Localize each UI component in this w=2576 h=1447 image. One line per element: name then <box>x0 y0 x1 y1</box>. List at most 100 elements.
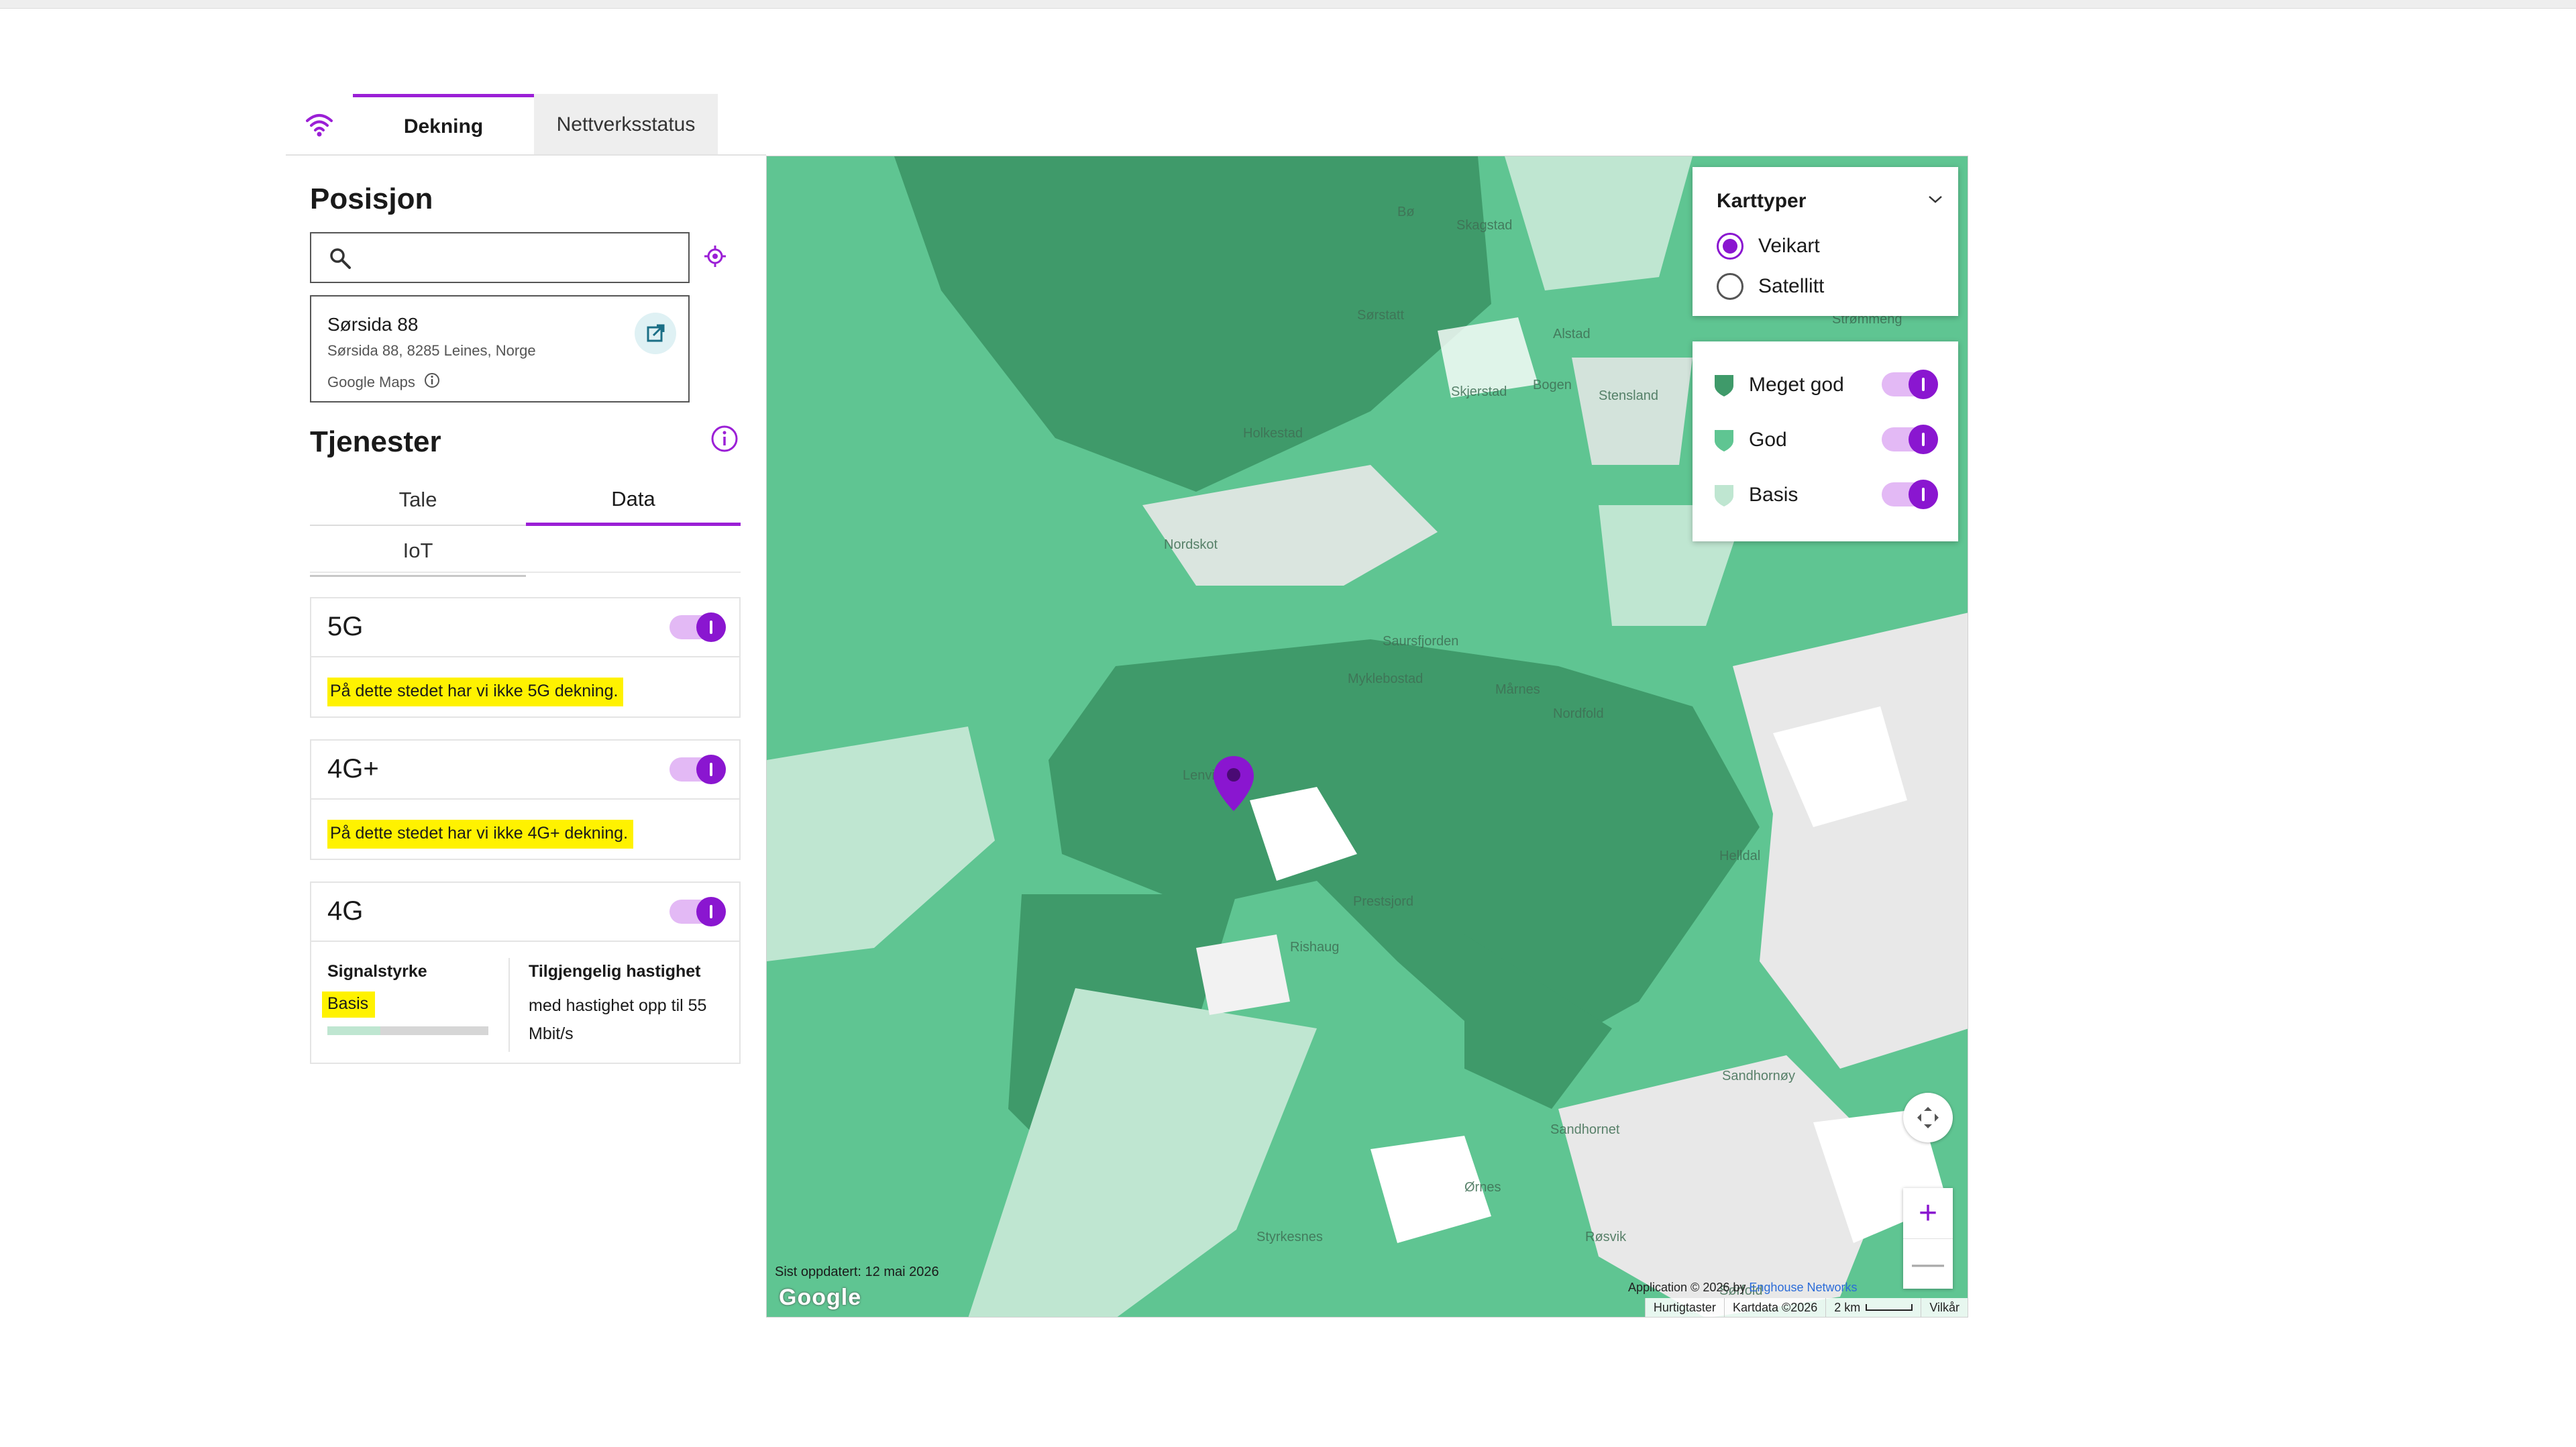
attribution: Application © 2026 by Enghouse Networks <box>1628 1281 1858 1295</box>
open-external-icon[interactable] <box>635 313 676 354</box>
shield-icon <box>1715 430 1733 451</box>
legend-label: Basis <box>1749 484 1799 506</box>
network-card-4gplus: 4G+ På dette stedet har vi ikke 4G+ dekn… <box>310 739 741 860</box>
main-tabs: Dekning Nettverksstatus <box>286 94 718 156</box>
search-result-card[interactable]: Sørsida 88 Sørsida 88, 8285 Leines, Norg… <box>310 295 690 403</box>
services-heading: Tjenester <box>310 425 441 458</box>
map-place-label: Mårnes <box>1495 682 1540 697</box>
map-place-label: Helldal <box>1719 849 1761 863</box>
legend-label: God <box>1749 429 1787 451</box>
location-pin-icon[interactable] <box>1212 755 1255 816</box>
legend-toggle-meget-god[interactable] <box>1882 370 1938 399</box>
shield-icon <box>1715 485 1733 506</box>
legend-item-god: God <box>1713 427 1787 453</box>
tab-data[interactable]: Data <box>526 475 741 526</box>
map-place-label: Bogen <box>1533 378 1572 392</box>
map-type-panel: Karttyper Veikart Satellitt <box>1693 167 1958 316</box>
coverage-legend: Meget god God Basis <box>1693 341 1958 541</box>
signal-label: Signalstyrke <box>327 962 427 981</box>
tab-dekning[interactable]: Dekning <box>353 94 534 156</box>
map-place-label: Saursfjorden <box>1383 634 1459 649</box>
map-type-title: Karttyper <box>1717 190 1807 212</box>
legend-item-meget-god: Meget god <box>1713 372 1844 398</box>
network-toggle-4g[interactable] <box>669 897 726 926</box>
chevron-down-icon[interactable] <box>1927 194 1943 208</box>
map-place-label: Sørstatt <box>1357 308 1405 323</box>
coverage-map[interactable]: Bø Skagstad Sørstatt Alstad Bogen Stensl… <box>766 156 1968 1318</box>
services-info-icon[interactable] <box>710 424 739 457</box>
speed-label: Tilgjengelig hastighet <box>529 962 701 981</box>
tab-nettverksstatus[interactable]: Nettverksstatus <box>534 94 718 156</box>
google-logo[interactable]: Google <box>779 1285 861 1311</box>
map-place-label: Sandhornet <box>1550 1122 1620 1137</box>
result-source-label: Google Maps <box>327 374 415 390</box>
card-divider <box>508 958 510 1052</box>
network-card-5g: 5G På dette stedet har vi ikke 5G deknin… <box>310 597 741 718</box>
map-coverage-layer <box>767 156 1968 1317</box>
position-heading: Posisjon <box>310 182 433 215</box>
map-place-label: Bø <box>1397 205 1415 219</box>
map-data-text: Kartdata ©2026 <box>1723 1298 1825 1317</box>
speed-value: med hastighet opp til 55 Mbit/s <box>529 996 707 1043</box>
map-place-label: Holkestad <box>1243 426 1303 441</box>
network-toggle-4gplus[interactable] <box>669 755 726 784</box>
scale-indicator[interactable]: 2 km <box>1825 1298 1921 1317</box>
network-toggle-5g[interactable] <box>669 612 726 642</box>
map-place-label: Nordfold <box>1553 706 1604 721</box>
map-place-label: Prestsjord <box>1353 894 1414 909</box>
map-place-label: Sandhornøy <box>1722 1069 1795 1083</box>
shield-icon <box>1715 375 1733 396</box>
legend-toggle-basis[interactable] <box>1882 480 1938 509</box>
zoom-controls: + — <box>1903 1188 1953 1289</box>
map-place-label: Rishaug <box>1290 940 1340 955</box>
map-place-label: Nordskot <box>1164 537 1218 552</box>
network-name: 5G <box>327 612 364 641</box>
search-icon <box>329 247 352 273</box>
terms-link[interactable]: Vilkår <box>1921 1298 1968 1317</box>
radio-unselected-icon <box>1717 273 1743 300</box>
map-place-label: Skagstad <box>1456 218 1513 233</box>
radio-selected-icon <box>1717 233 1743 260</box>
zoom-in-button[interactable]: + <box>1903 1188 1953 1238</box>
fullscreen-button[interactable] <box>1903 1093 1953 1142</box>
map-place-label: Skjerstad <box>1451 384 1507 399</box>
map-place-label: Styrkesnes <box>1256 1230 1323 1244</box>
map-place-label: Alstad <box>1553 327 1591 341</box>
tab-iot[interactable]: IoT <box>310 526 526 577</box>
map-place-label: Ørnes <box>1464 1180 1501 1195</box>
signal-strength-bar <box>327 1026 488 1035</box>
attribution-link[interactable]: Enghouse Networks <box>1749 1281 1857 1294</box>
wifi-icon <box>286 94 353 156</box>
zoom-out-button[interactable]: — <box>1903 1238 1953 1289</box>
map-place-label: Stensland <box>1599 388 1658 403</box>
last-updated: Sist oppdatert: 12 mai 2026 <box>775 1265 939 1279</box>
map-type-veikart[interactable]: Veikart <box>1717 233 1820 260</box>
locate-icon[interactable] <box>703 244 727 272</box>
fullscreen-icon <box>1917 1107 1939 1128</box>
result-source: Google Maps <box>327 372 441 393</box>
network-name: 4G+ <box>327 754 379 784</box>
legend-label: Meget god <box>1749 374 1844 396</box>
service-tabs: Tale Data IoT <box>310 475 741 577</box>
map-type-label: Satellitt <box>1758 275 1825 297</box>
map-footer: Hurtigtaster Kartdata ©2026 2 km Vilkår <box>1644 1298 1968 1317</box>
scale-bar <box>1866 1304 1913 1311</box>
map-type-label: Veikart <box>1758 235 1820 257</box>
tab-tale[interactable]: Tale <box>310 475 526 526</box>
info-icon[interactable] <box>423 372 441 393</box>
network-card-4g: 4G Signalstyrke Basis Tilgjengelig hasti… <box>310 881 741 1064</box>
map-type-satellitt[interactable]: Satellitt <box>1717 273 1824 300</box>
keyboard-shortcuts-link[interactable]: Hurtigtaster <box>1644 1298 1724 1317</box>
service-tabs-divider <box>310 572 741 573</box>
coverage-message: På dette stedet har vi ikke 5G dekning. <box>327 678 624 706</box>
network-name: 4G <box>327 896 364 926</box>
legend-toggle-god[interactable] <box>1882 425 1938 454</box>
map-place-label: Røsvik <box>1585 1230 1627 1244</box>
tabs-divider <box>286 154 766 156</box>
result-address: Sørsida 88, 8285 Leines, Norge <box>327 342 536 359</box>
legend-item-basis: Basis <box>1713 482 1798 508</box>
signal-value: Basis <box>322 992 376 1018</box>
coverage-message: På dette stedet har vi ikke 4G+ dekning. <box>327 820 634 849</box>
search-input[interactable] <box>310 232 690 283</box>
map-place-label: Myklebostad <box>1348 672 1424 686</box>
